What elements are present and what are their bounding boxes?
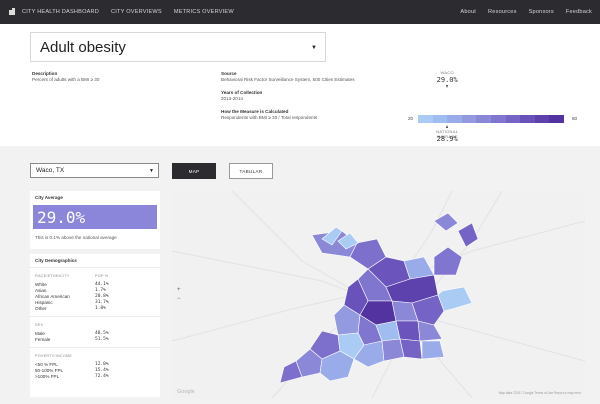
sex-section: SEX Male 48.5% Female 51.5% xyxy=(30,317,160,343)
demo-label: Female xyxy=(35,337,51,342)
demo-row: >100% FPL 72.4% xyxy=(35,374,155,380)
google-logo: Google xyxy=(177,389,195,395)
demo-label: >100% FPL xyxy=(35,374,60,379)
nav-about-link[interactable]: About xyxy=(460,9,476,15)
scale-swatch xyxy=(505,115,521,123)
scale-national-value: 28.9% xyxy=(436,135,458,143)
metric-header-panel: Adult obesity ▼ Description Percent of a… xyxy=(0,24,600,146)
scale-city-value: 29.0% xyxy=(436,76,458,84)
race-header-row: RACE/ETHNICITY POP % xyxy=(35,274,155,278)
poverty-header: POVERTY/INCOME xyxy=(35,354,73,358)
demo-value: 72.4% xyxy=(95,374,109,379)
pop-header: POP % xyxy=(95,274,109,278)
metric-select-value: Adult obesity xyxy=(40,39,126,56)
map-button[interactable]: MAP xyxy=(172,163,216,179)
nav-right: About Resources Sponsors Feedback xyxy=(460,9,592,15)
city-average-value: 29.0% xyxy=(33,205,157,229)
race-section: RACE/ETHNICITY POP % White 44.1% Asian 1.7… xyxy=(30,268,160,312)
city-average-title: City Average xyxy=(35,195,63,200)
sex-header-row: SEX xyxy=(35,323,155,327)
demo-value: 1.8% xyxy=(95,306,106,311)
zoom-out-button[interactable]: − xyxy=(177,295,181,304)
scale-swatch xyxy=(476,115,491,123)
metric-select[interactable]: Adult obesity ▼ xyxy=(30,32,326,62)
caret-down-icon: ▼ xyxy=(311,45,317,51)
tract-region xyxy=(421,340,445,360)
description-text: Percent of adults with a BMI ≥ 30 xyxy=(32,77,100,82)
map-canvas xyxy=(172,191,585,398)
caret-down-icon: ▼ xyxy=(149,168,154,174)
poverty-header-row: POVERTY/INCOME xyxy=(35,354,155,358)
city-marker-icon xyxy=(445,85,448,88)
scale-swatch xyxy=(447,115,462,123)
tract-region xyxy=(395,320,421,342)
nav-brand-link[interactable]: CITY HEALTH DASHBOARD xyxy=(22,9,99,15)
top-nav: CITY HEALTH DASHBOARD CITY OVERVIEWS MET… xyxy=(0,0,600,24)
calc-text: Respondents with BMI ≥ 30 / Total respon… xyxy=(221,115,318,120)
source-text: Behavioral Risk Factor Surveillance Syst… xyxy=(221,77,355,82)
demo-label: Other xyxy=(35,306,47,311)
years-text: 2013-2014 xyxy=(221,96,243,101)
poverty-section: POVERTY/INCOME <50 % FPL 12.8% 50-100% FP… xyxy=(30,348,160,380)
demo-row: Other 1.8% xyxy=(35,306,155,312)
nav-sponsors-link[interactable]: Sponsors xyxy=(529,9,554,15)
tract-region xyxy=(433,246,463,276)
scale-swatch xyxy=(418,115,433,123)
zoom-in-button[interactable]: + xyxy=(177,286,181,295)
scale-swatch xyxy=(461,115,477,123)
tract-region xyxy=(457,222,479,248)
tract-region xyxy=(437,286,473,312)
tract-region xyxy=(433,212,459,232)
tabular-button[interactable]: TABULAR xyxy=(229,163,273,179)
nav-city-overviews-link[interactable]: CITY OVERVIEWS xyxy=(111,9,162,15)
demographics-title: City Demographics xyxy=(30,254,160,268)
demo-row: Female 51.5% xyxy=(35,337,155,343)
city-select-value: Waco, TX xyxy=(36,167,65,174)
city-select[interactable]: Waco, TX ▼ xyxy=(30,163,159,178)
logo-icon[interactable] xyxy=(8,8,16,16)
scale-min: 20 xyxy=(408,116,414,121)
map-attribution[interactable]: Map data ©2017 Google Terms of Use Repor… xyxy=(499,391,581,395)
city-demographics-card: City Demographics RACE/ETHNICITY POP % W… xyxy=(30,254,160,397)
nav-metrics-overview-link[interactable]: METRICS OVERVIEW xyxy=(174,9,234,15)
nav-feedback-link[interactable]: Feedback xyxy=(566,9,592,15)
city-tracts xyxy=(279,212,479,384)
scale-swatch xyxy=(549,115,564,123)
scale-swatch xyxy=(432,115,448,123)
nav-left: CITY HEALTH DASHBOARD CITY OVERVIEWS MET… xyxy=(22,9,234,15)
tract-region xyxy=(417,320,443,342)
nav-resources-link[interactable]: Resources xyxy=(488,9,517,15)
scale-max: 60 xyxy=(572,116,578,121)
city-average-card: City Average 29.0% This is 0.1% above th… xyxy=(30,191,160,249)
scale-city-label: WACO xyxy=(440,70,454,75)
source-block: Source Behavioral Risk Factor Surveillan… xyxy=(221,71,391,128)
scale-swatch xyxy=(520,115,535,123)
zoom-controls: + − xyxy=(177,286,181,304)
scale-bar xyxy=(418,115,564,123)
scale-swatch xyxy=(534,115,550,123)
national-marker-icon xyxy=(445,125,448,128)
choropleth-map[interactable]: + − Google Map data ©2017 Google Terms o… xyxy=(172,191,585,398)
demo-value: 51.5% xyxy=(95,337,109,342)
city-average-note: This is 0.1% above the national average xyxy=(35,235,117,240)
description-block: Description Percent of adults with a BMI… xyxy=(32,71,202,83)
race-header: RACE/ETHNICITY xyxy=(35,274,70,278)
scale-swatch xyxy=(490,115,506,123)
metric-scale: WACO 29.0% 20 60 NATIONAL AVERAGE 28.9% xyxy=(400,70,590,143)
sex-header: SEX xyxy=(35,323,44,327)
